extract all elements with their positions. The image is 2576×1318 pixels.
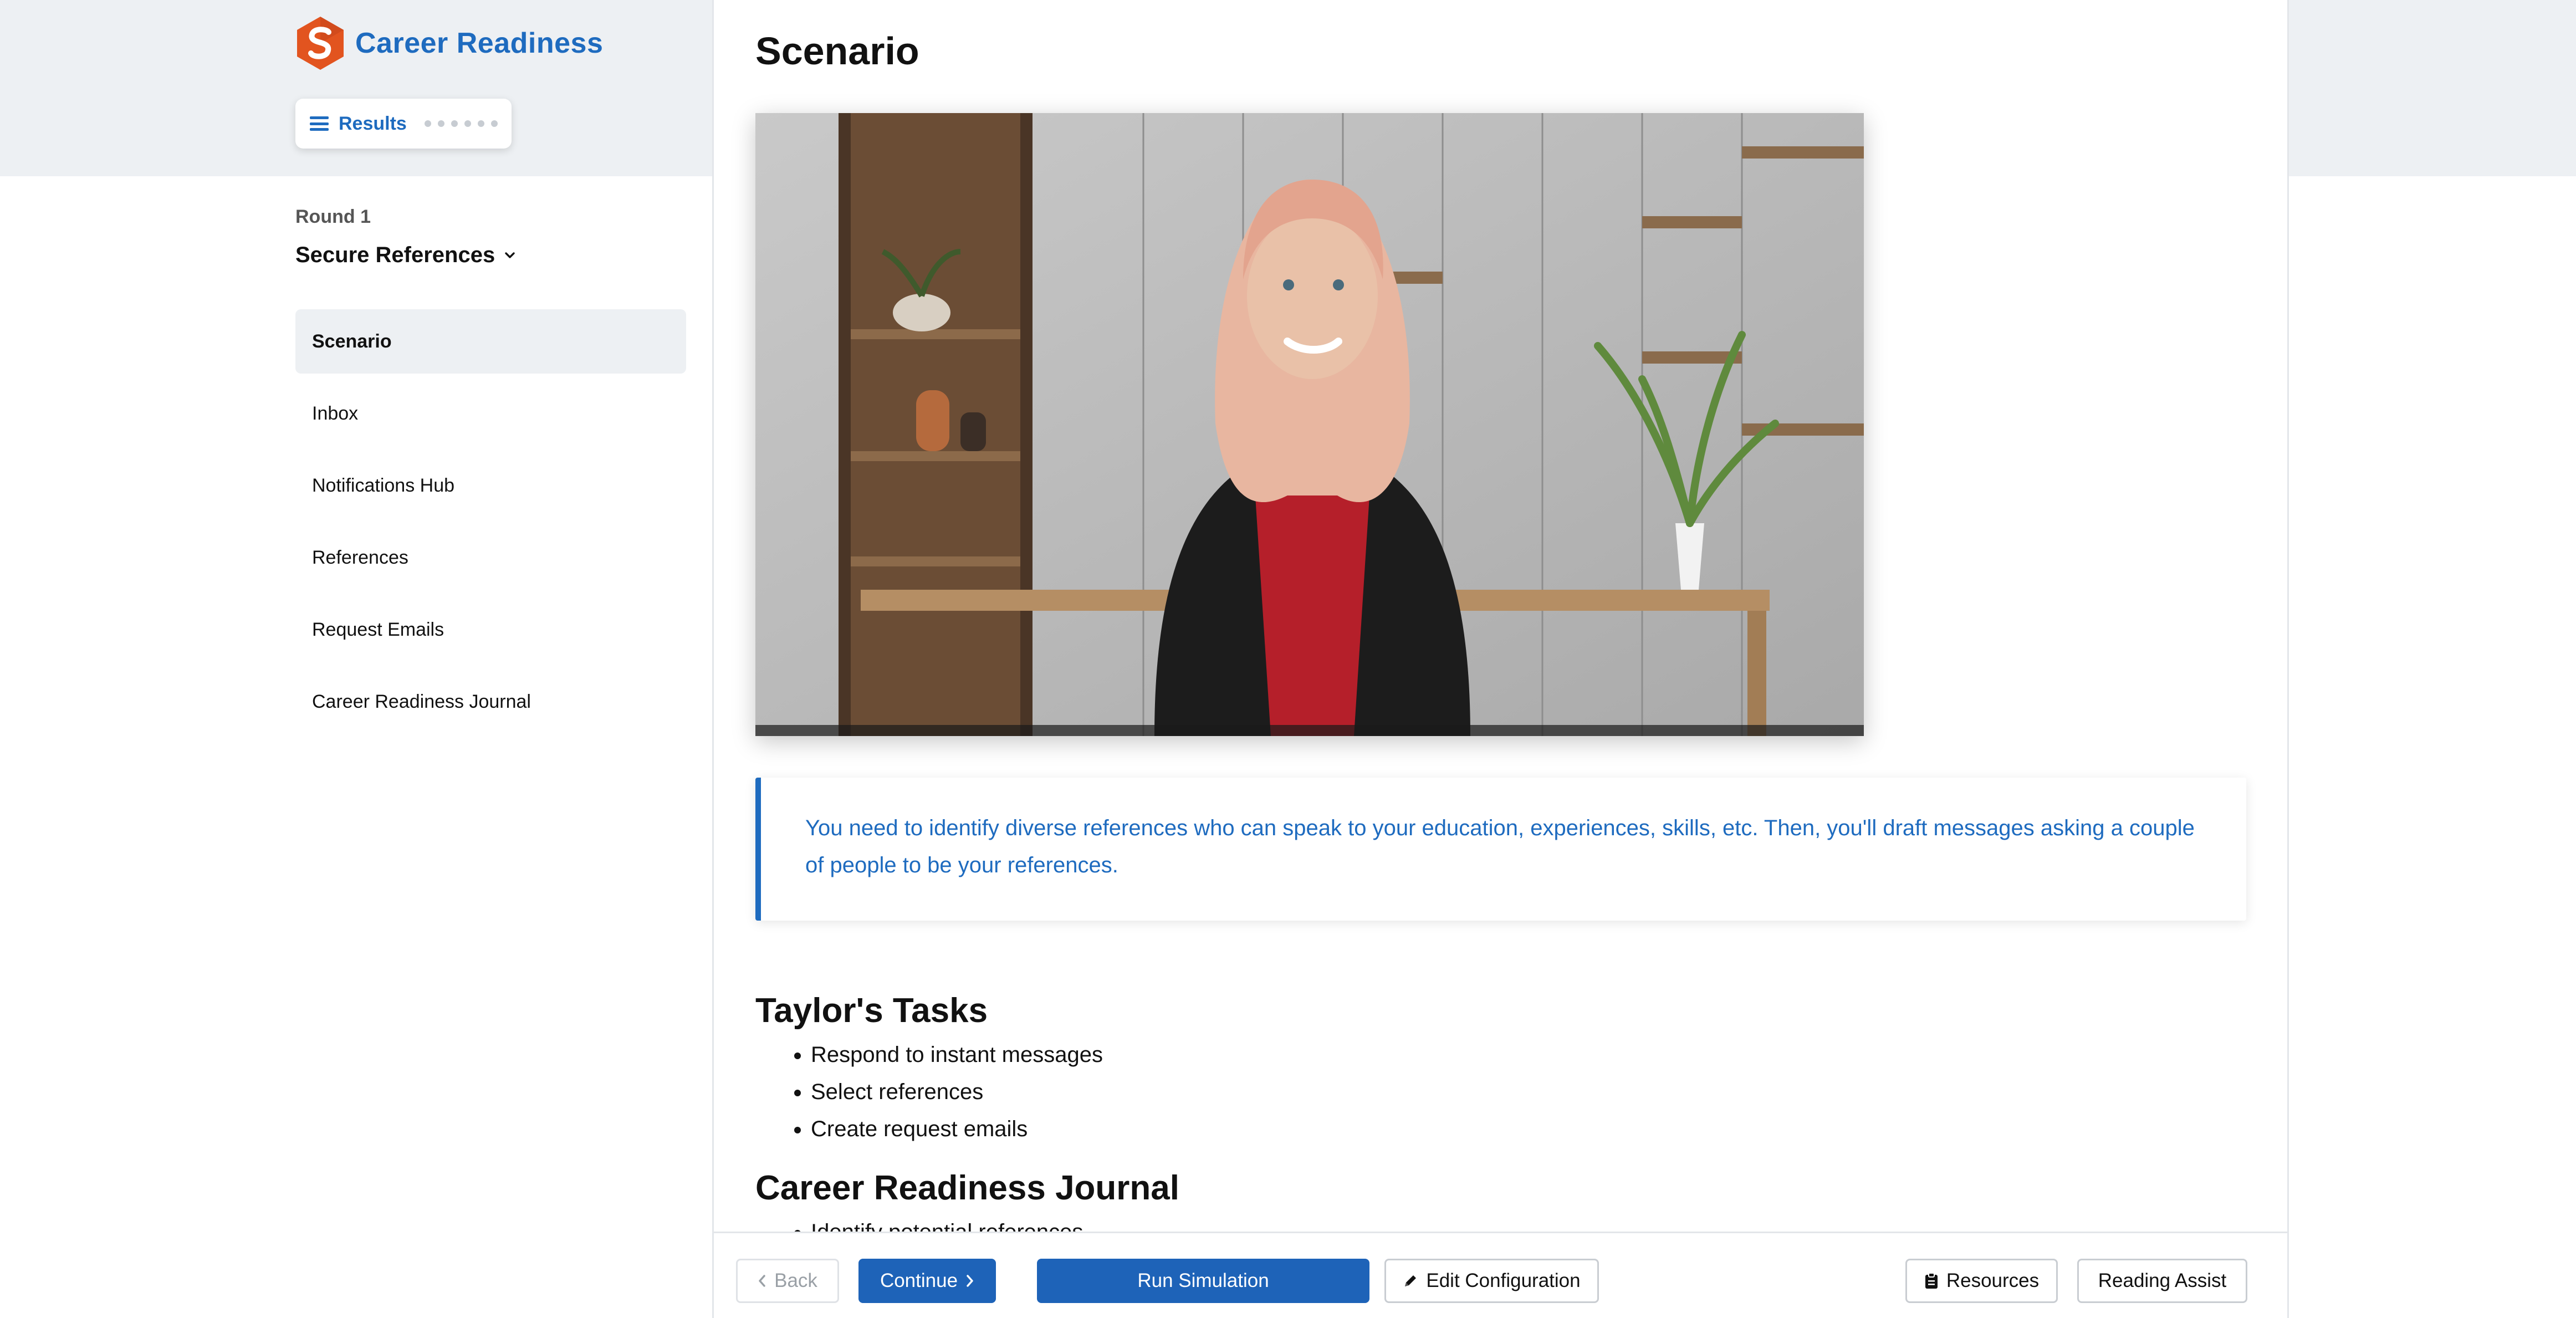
sidebar-item-notifications-hub[interactable]: Notifications Hub [295,453,686,518]
sidebar-item-scenario[interactable]: Scenario [295,309,686,374]
chevron-down-icon [505,252,515,258]
results-button[interactable]: Results [295,99,512,149]
continue-label: Continue [880,1270,958,1291]
menu-icon [310,116,329,131]
edit-configuration-label: Edit Configuration [1426,1270,1581,1291]
brand[interactable]: Career Readiness [295,16,603,71]
logo-icon [297,17,344,70]
reading-assist-button[interactable]: Reading Assist [2077,1259,2247,1303]
journal-heading: Career Readiness Journal [755,1169,1180,1207]
right-margin [2289,176,2576,1318]
sidebar-item-request-emails[interactable]: Request Emails [295,597,686,662]
scenario-video[interactable] [755,113,1864,736]
progress-dots [424,120,498,127]
clipboard-icon [1925,1273,1938,1289]
tasks-heading: Taylor's Tasks [755,992,988,1030]
back-button[interactable]: Back [736,1259,839,1303]
round-label: Round 1 [295,206,371,227]
sidebar-item-career-readiness-journal[interactable]: Career Readiness Journal [295,670,686,734]
reading-assist-label: Reading Assist [2098,1270,2227,1291]
run-simulation-button[interactable]: Run Simulation [1037,1259,1369,1303]
app-title: Career Readiness [355,27,604,59]
sidebar-item-references[interactable]: References [295,525,686,590]
task-item: Respond to instant messages [811,1036,1103,1074]
run-simulation-label: Run Simulation [1137,1270,1269,1291]
resources-label: Resources [1946,1270,2040,1291]
continue-button[interactable]: Continue [858,1259,996,1303]
module-selector[interactable]: Secure References [295,243,516,268]
video-frame-illustration [755,113,1864,736]
sidebar-nav: Scenario Inbox Notifications Hub Referen… [295,309,686,742]
edit-configuration-button[interactable]: Edit Configuration [1384,1259,1599,1303]
results-label: Results [339,113,407,134]
pencil-icon [1405,1275,1417,1286]
page-title: Scenario [755,29,919,73]
module-title: Secure References [295,243,495,267]
chevron-right-icon [967,1275,973,1287]
sidebar-item-inbox[interactable]: Inbox [295,381,686,446]
tasks-list: Respond to instant messages Select refer… [755,1036,1103,1148]
task-item: Select references [811,1074,1103,1111]
back-label: Back [774,1270,817,1291]
footer-toolbar: Back Continue Run Simulation Edit Config… [714,1232,2287,1318]
chevron-left-icon [759,1275,765,1287]
resources-button[interactable]: Resources [1905,1259,2058,1303]
task-item: Create request emails [811,1111,1103,1148]
scenario-callout: You need to identify diverse references … [755,778,2246,921]
